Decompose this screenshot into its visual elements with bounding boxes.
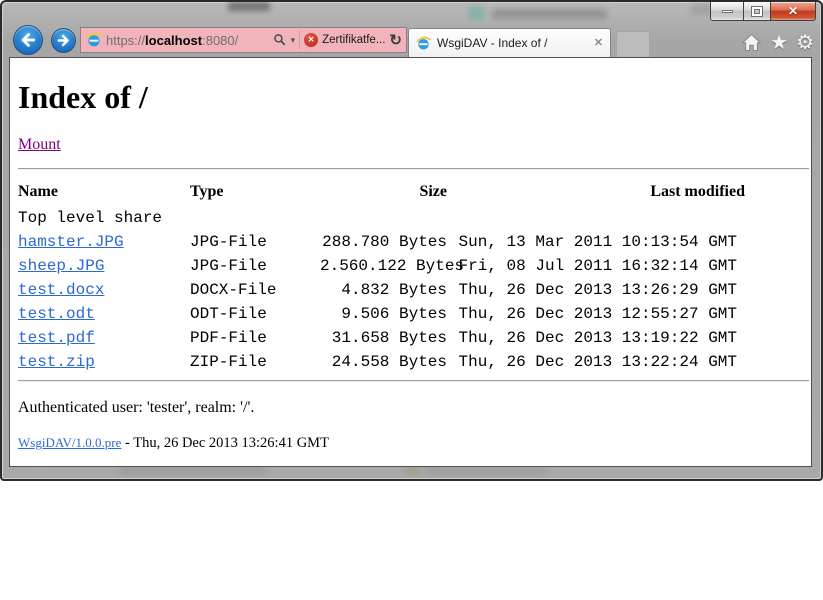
file-size: 31.658 Bytes xyxy=(320,326,447,350)
footer-timestamp: - Thu, 26 Dec 2013 13:26:41 GMT xyxy=(125,435,329,451)
file-size: 9.506 Bytes xyxy=(320,302,447,326)
maximize-button[interactable] xyxy=(743,2,771,21)
table-row: test.pdf PDF-File 31.658 Bytes Thu, 26 D… xyxy=(18,326,745,350)
browser-window: ✕ https://localhost:8080/ xyxy=(0,0,823,481)
glass-reflection xyxy=(426,468,546,474)
file-type: PDF-File xyxy=(190,326,320,350)
file-size: 2.560.122 Bytes xyxy=(320,254,447,278)
arrow-right-icon xyxy=(56,33,71,48)
table-row: sheep.JPG JPG-File 2.560.122 Bytes Fri, … xyxy=(18,254,745,278)
certificate-error-icon: ✕ xyxy=(304,33,318,47)
forward-button[interactable] xyxy=(51,28,76,53)
glass-reflection xyxy=(690,4,712,15)
refresh-icon[interactable]: ↻ xyxy=(389,33,402,48)
file-link[interactable]: hamster.JPG xyxy=(18,233,124,251)
file-modified: Sun, 13 Mar 2011 10:13:54 GMT xyxy=(447,230,745,254)
url-text[interactable]: https://localhost:8080/ xyxy=(106,33,238,48)
file-size: 288.780 Bytes xyxy=(320,230,447,254)
divider xyxy=(299,31,300,49)
file-type: JPG-File xyxy=(190,230,320,254)
divider xyxy=(18,380,809,382)
file-type: DOCX-File xyxy=(190,278,320,302)
ie-logo-icon xyxy=(86,32,102,48)
browser-tab[interactable]: WsgiDAV - Index of / ✕ xyxy=(408,28,611,57)
new-tab-button[interactable] xyxy=(616,31,650,57)
page-title: Index of / xyxy=(18,79,803,116)
table-row: Top level share xyxy=(18,206,745,230)
table-row: test.odt ODT-File 9.506 Bytes Thu, 26 De… xyxy=(18,302,745,326)
search-dropdown-caret-icon[interactable]: ▾ xyxy=(291,36,296,45)
file-modified: Fri, 08 Jul 2011 16:32:14 GMT xyxy=(447,254,745,278)
tab-title: WsgiDAV - Index of / xyxy=(437,36,588,50)
background xyxy=(0,481,823,600)
glass-reflection xyxy=(120,468,265,474)
file-listing-table: Name Type Size Last modified Top level s… xyxy=(18,183,745,374)
file-link[interactable]: test.pdf xyxy=(18,329,95,347)
screen: ✕ https://localhost:8080/ xyxy=(0,0,823,600)
favorites-star-icon[interactable]: ★ xyxy=(770,33,788,53)
glass-reflection xyxy=(492,9,607,19)
window-controls: ✕ xyxy=(711,2,816,21)
file-type: JPG-File xyxy=(190,254,320,278)
authenticated-user-line: Authenticated user: 'tester', realm: '/'… xyxy=(18,399,803,417)
glass-reflection xyxy=(406,468,420,474)
url-scheme: https:// xyxy=(106,33,145,48)
address-bar[interactable]: https://localhost:8080/ ▾ ✕ Zertifikatfe… xyxy=(80,27,407,53)
search-icon[interactable] xyxy=(273,33,287,47)
column-header-name: Name xyxy=(18,183,190,206)
maximize-icon xyxy=(752,7,762,16)
share-label: Top level share xyxy=(18,206,745,230)
table-row: test.zip ZIP-File 24.558 Bytes Thu, 26 D… xyxy=(18,350,745,374)
file-link[interactable]: test.zip xyxy=(18,353,95,371)
certificate-error-button[interactable]: Zertifikatfe... xyxy=(322,34,385,46)
glass-reflection xyxy=(468,6,484,20)
mount-link[interactable]: Mount xyxy=(18,136,61,153)
close-icon: ✕ xyxy=(788,5,798,17)
file-size: 4.832 Bytes xyxy=(320,278,447,302)
file-type: ODT-File xyxy=(190,302,320,326)
home-icon[interactable] xyxy=(741,32,762,53)
browser-toolbar: ★ ⚙ xyxy=(741,29,814,56)
file-modified: Thu, 26 Dec 2013 13:19:22 GMT xyxy=(447,326,745,350)
table-row: test.docx DOCX-File 4.832 Bytes Thu, 26 … xyxy=(18,278,745,302)
divider xyxy=(18,168,809,170)
file-size: 24.558 Bytes xyxy=(320,350,447,374)
settings-gear-icon[interactable]: ⚙ xyxy=(796,33,814,53)
file-type: ZIP-File xyxy=(190,350,320,374)
page-viewport: Index of / Mount Name Type Size Last mod… xyxy=(9,57,812,467)
file-modified: Thu, 26 Dec 2013 12:55:27 GMT xyxy=(447,302,745,326)
minimize-button[interactable] xyxy=(710,2,744,21)
file-modified: Thu, 26 Dec 2013 13:26:29 GMT xyxy=(447,278,745,302)
file-modified: Thu, 26 Dec 2013 13:22:24 GMT xyxy=(447,350,745,374)
file-link[interactable]: test.odt xyxy=(18,305,95,323)
column-header-size: Size xyxy=(320,183,447,206)
tab-close-icon[interactable]: ✕ xyxy=(594,38,603,49)
url-port-path: :8080/ xyxy=(202,33,238,48)
column-header-modified: Last modified xyxy=(447,183,745,206)
ie-logo-icon xyxy=(416,36,431,51)
table-header-row: Name Type Size Last modified xyxy=(18,183,745,206)
back-button[interactable] xyxy=(13,25,43,55)
table-row: hamster.JPG JPG-File 288.780 Bytes Sun, … xyxy=(18,230,745,254)
column-header-type: Type xyxy=(190,183,320,206)
arrow-left-icon xyxy=(19,31,37,49)
page-footer: WsgiDAV/1.0.0.pre - Thu, 26 Dec 2013 13:… xyxy=(18,435,803,452)
url-host: localhost xyxy=(145,33,202,48)
minimize-icon xyxy=(722,10,733,13)
close-button[interactable]: ✕ xyxy=(770,2,816,21)
file-link[interactable]: sheep.JPG xyxy=(18,257,104,275)
wsgidav-version-link[interactable]: WsgiDAV/1.0.0.pre xyxy=(18,435,121,450)
glass-reflection xyxy=(228,2,270,11)
file-link[interactable]: test.docx xyxy=(18,281,104,299)
